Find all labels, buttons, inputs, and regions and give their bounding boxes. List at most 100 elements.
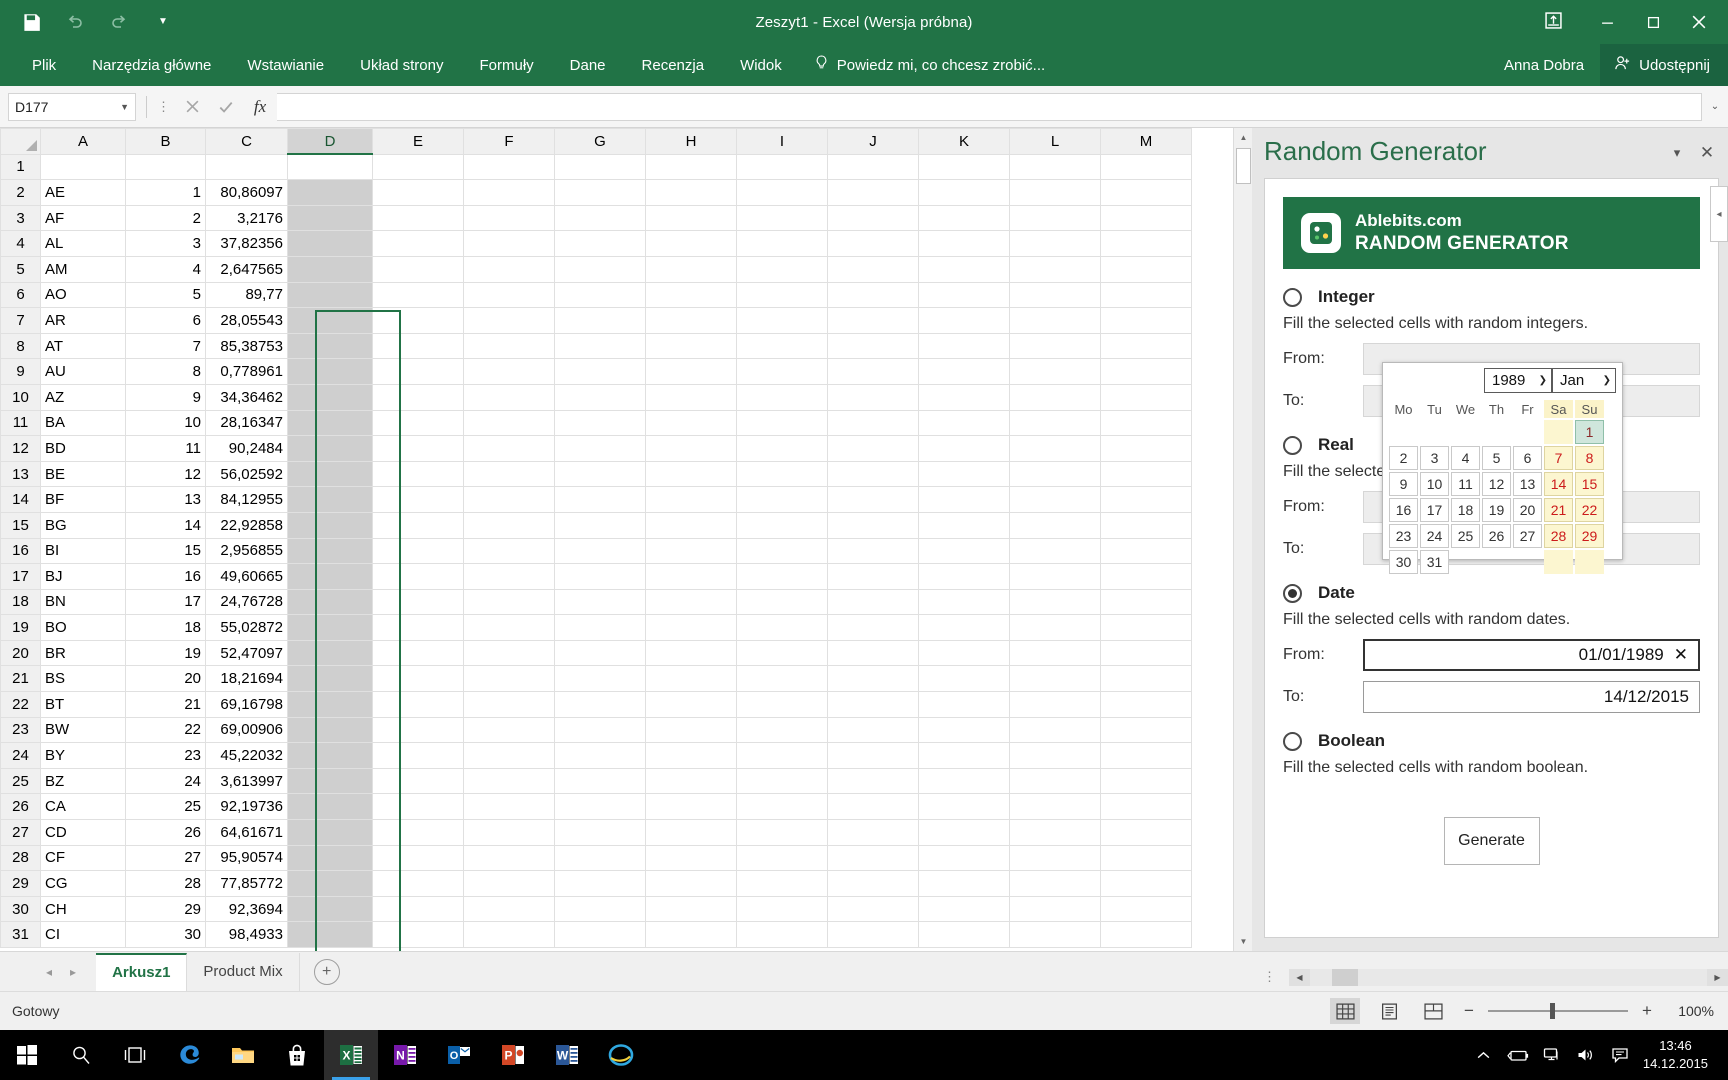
cell-j5[interactable] [827,255,919,283]
network-icon[interactable] [1535,1030,1569,1080]
cell-f18[interactable] [463,588,555,616]
row-header-12[interactable]: 12 [0,435,41,462]
cell-c10[interactable]: 34,36462 [205,383,288,411]
cell-j27[interactable] [827,819,919,846]
cell-h17[interactable] [645,563,737,590]
calendar-day-14[interactable]: 14 [1544,472,1573,496]
restore-button[interactable] [1630,5,1676,39]
cell-l14[interactable] [1009,486,1101,513]
cancel-entry-icon[interactable] [175,92,209,122]
cell-b9[interactable]: 8 [125,358,206,385]
cell-a1[interactable] [40,153,126,181]
cell-e8[interactable] [372,332,464,360]
cell-e30[interactable] [372,895,464,923]
edge-icon[interactable] [162,1030,216,1080]
cell-l21[interactable] [1009,665,1101,693]
normal-view-button[interactable] [1330,998,1360,1024]
cell-e29[interactable] [372,870,464,897]
row-header-4[interactable]: 4 [0,230,41,257]
cell-b6[interactable]: 5 [125,281,206,309]
cell-d20[interactable] [287,639,373,667]
insert-function-icon[interactable]: fx [243,92,277,122]
cell-m11[interactable] [1100,409,1192,437]
cell-m5[interactable] [1100,255,1192,283]
cell-e22[interactable] [372,691,464,718]
cell-l31[interactable] [1009,921,1101,948]
cell-j16[interactable] [827,537,919,565]
cell-e7[interactable] [372,307,464,334]
cell-c24[interactable]: 45,22032 [205,742,288,769]
calendar-day-22[interactable]: 22 [1575,498,1604,522]
cell-d10[interactable] [287,383,373,411]
cell-e26[interactable] [372,793,464,821]
cell-j18[interactable] [827,588,919,616]
cell-h8[interactable] [645,332,737,360]
cell-a23[interactable]: BW [40,716,126,744]
radio-boolean[interactable] [1283,731,1302,751]
cell-i21[interactable] [736,665,828,693]
cell-l23[interactable] [1009,716,1101,744]
cell-j20[interactable] [827,639,919,667]
cell-m6[interactable] [1100,281,1192,309]
cell-c19[interactable]: 55,02872 [205,614,288,641]
cell-b30[interactable]: 29 [125,895,206,923]
cell-h20[interactable] [645,639,737,667]
row-header-6[interactable]: 6 [0,281,41,309]
calendar-day-26[interactable]: 26 [1482,524,1511,548]
cell-a13[interactable]: BE [40,460,126,488]
cell-d23[interactable] [287,716,373,744]
cell-d2[interactable] [287,179,373,206]
cell-c5[interactable]: 2,647565 [205,255,288,283]
cell-h5[interactable] [645,255,737,283]
cell-b13[interactable]: 12 [125,460,206,488]
cell-e19[interactable] [372,614,464,641]
cell-k16[interactable] [918,537,1010,565]
cell-l25[interactable] [1009,767,1101,795]
cell-i13[interactable] [736,460,828,488]
cell-e15[interactable] [372,511,464,539]
cell-b26[interactable]: 25 [125,793,206,821]
battery-icon[interactable] [1501,1030,1535,1080]
cell-h21[interactable] [645,665,737,693]
cell-b16[interactable]: 15 [125,537,206,565]
cell-k9[interactable] [918,358,1010,385]
cell-f20[interactable] [463,639,555,667]
cell-d21[interactable] [287,665,373,693]
name-box[interactable]: D177 ▼ [8,92,136,121]
cell-l17[interactable] [1009,563,1101,590]
cell-h28[interactable] [645,844,737,872]
cell-f29[interactable] [463,870,555,897]
cell-k28[interactable] [918,844,1010,872]
cell-k25[interactable] [918,767,1010,795]
calendar-month-select[interactable]: Jan ❯ [1552,368,1616,393]
cell-b21[interactable]: 20 [125,665,206,693]
cell-m29[interactable] [1100,870,1192,897]
scroll-down-icon[interactable]: ▼ [1234,932,1252,951]
cell-m31[interactable] [1100,921,1192,948]
action-center-icon[interactable] [1603,1030,1637,1080]
cell-l7[interactable] [1009,307,1101,334]
cell-c15[interactable]: 22,92858 [205,511,288,539]
cell-b28[interactable]: 27 [125,844,206,872]
file-explorer-icon[interactable] [216,1030,270,1080]
cell-g9[interactable] [554,358,646,385]
cell-d31[interactable] [287,921,373,948]
cell-g10[interactable] [554,383,646,411]
cell-d6[interactable] [287,281,373,309]
cell-c8[interactable]: 85,38753 [205,332,288,360]
cell-i5[interactable] [736,255,828,283]
cell-m13[interactable] [1100,460,1192,488]
cell-b17[interactable]: 16 [125,563,206,590]
cell-k8[interactable] [918,332,1010,360]
cell-k23[interactable] [918,716,1010,744]
cell-j11[interactable] [827,409,919,437]
cell-j9[interactable] [827,358,919,385]
cell-j7[interactable] [827,307,919,334]
calendar-day-5[interactable]: 5 [1482,446,1511,470]
select-all-button[interactable] [0,128,41,155]
cell-g5[interactable] [554,255,646,283]
cell-c26[interactable]: 92,19736 [205,793,288,821]
row-header-1[interactable]: 1 [0,153,41,181]
cell-b11[interactable]: 10 [125,409,206,437]
cell-k12[interactable] [918,435,1010,462]
